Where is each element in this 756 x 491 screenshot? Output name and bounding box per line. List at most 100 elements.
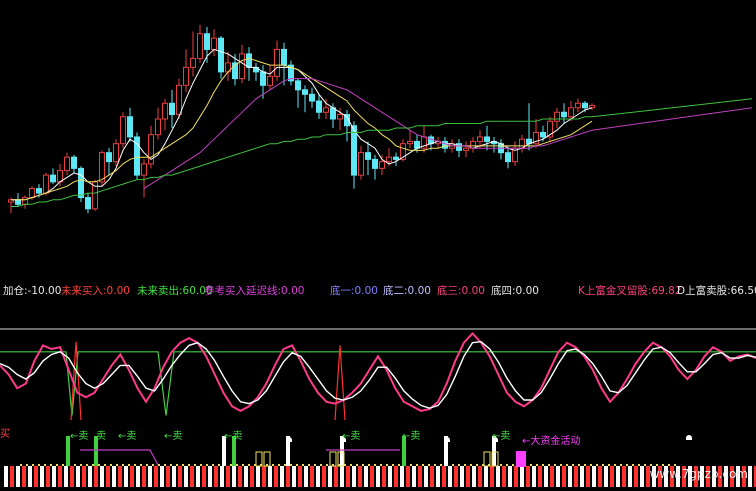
- strip-dot: [548, 464, 550, 466]
- candlestick-panel[interactable]: [0, 0, 756, 282]
- strip-dot: [128, 464, 130, 466]
- volume-bar: [472, 466, 476, 487]
- volume-bar: [220, 466, 224, 487]
- candle: [393, 152, 399, 167]
- volume-bar: [22, 466, 26, 487]
- volume-bar: [58, 466, 62, 487]
- volume-bar: [124, 466, 128, 487]
- volume-bar: [94, 466, 98, 487]
- indicator-label: 加仓:: [3, 285, 28, 297]
- strip-dot: [302, 464, 304, 466]
- strip-dot: [674, 464, 676, 466]
- strip-dot: [62, 464, 64, 466]
- strip-dot: [566, 464, 568, 466]
- strip-dot: [20, 464, 22, 466]
- strip-dot: [596, 464, 598, 466]
- outline-box: [483, 451, 491, 467]
- indicator-value: 0.00: [281, 285, 305, 297]
- candle: [169, 89, 175, 128]
- candle: [505, 145, 511, 169]
- volume-bar: [514, 466, 518, 487]
- volume-bar: [586, 466, 590, 487]
- strip-dot: [632, 464, 634, 466]
- strip-dot: [572, 464, 574, 466]
- candle: [120, 112, 126, 149]
- volume-bar: [202, 466, 206, 487]
- candle: [351, 121, 357, 189]
- volume-bar: [388, 466, 392, 487]
- indicator-label: 底一:: [330, 285, 355, 297]
- volume-bar: [154, 466, 158, 487]
- volume-bar: [10, 466, 14, 487]
- oscillator-panel[interactable]: 买 ←卖卖 ←卖 ←卖 ←卖 ←卖 ←卖 ←卖 ←大资金活动: [0, 300, 756, 487]
- candle: [204, 26, 210, 63]
- volume-bar: [496, 466, 500, 487]
- volume-bar: [136, 466, 140, 487]
- strip-dot: [32, 464, 34, 466]
- volume-bar: [544, 466, 548, 487]
- indicator-label: K上富金叉留股:: [578, 285, 652, 297]
- candle: [512, 141, 518, 167]
- volume-bar: [424, 466, 428, 487]
- strip-dot: [26, 464, 28, 466]
- volume-bar: [466, 466, 470, 487]
- indicator-legend-bar: 加仓:-10.00 未来买入:0.00 未来卖出:60.00 参考买入延迟线:0.00…: [0, 282, 756, 300]
- candle: [127, 107, 133, 142]
- strip-dot: [326, 464, 328, 466]
- strip-dot: [650, 464, 652, 466]
- strip-dot: [422, 464, 424, 466]
- candle: [533, 119, 539, 149]
- volume-bar: [748, 466, 752, 487]
- candle: [85, 193, 91, 214]
- candle: [372, 154, 378, 180]
- volume-bar: [160, 466, 164, 487]
- volume-bar: [40, 466, 44, 487]
- candle: [316, 94, 322, 119]
- strip-dot: [440, 464, 442, 466]
- strip-dot: [122, 464, 124, 466]
- indicator-value: 66.50: [730, 285, 756, 297]
- strip-dot: [104, 464, 106, 466]
- volume-bar: [364, 466, 368, 487]
- signal-label: 卖: [96, 431, 106, 442]
- strip-dot: [134, 464, 136, 466]
- strip-dot: [152, 464, 154, 466]
- candle: [463, 141, 469, 158]
- candle: [78, 166, 84, 203]
- oscillator-chart: [0, 328, 756, 487]
- volume-bar: [436, 466, 440, 487]
- candle: [288, 60, 294, 86]
- ma-line-ma20: [143, 78, 753, 190]
- volume-bar: [28, 466, 32, 487]
- candle: [267, 65, 273, 90]
- strip-dot: [620, 464, 622, 466]
- candle: [246, 47, 252, 81]
- volume-bar: [556, 466, 560, 487]
- trend-segment: [80, 449, 159, 466]
- volume-bar: [400, 466, 404, 487]
- volume-bar: [532, 466, 536, 487]
- indicator-item: 底一:0.00: [330, 282, 378, 300]
- candle: [470, 136, 476, 153]
- indicator-value: 0.00: [106, 285, 130, 297]
- strip-dot: [272, 464, 274, 466]
- volume-bar: [454, 466, 458, 487]
- strip-dot: [368, 464, 370, 466]
- strip-dot: [506, 464, 508, 466]
- candle: [484, 125, 490, 151]
- volume-bar: [76, 466, 80, 487]
- candle: [218, 35, 224, 79]
- indicator-label: 底三:: [437, 285, 462, 297]
- candle: [113, 139, 119, 167]
- candle: [22, 195, 28, 209]
- signal-label: ←卖: [118, 431, 137, 442]
- indicator-item: K上富金叉留股:69.82: [578, 282, 682, 300]
- candle: [99, 150, 105, 187]
- strip-dot: [416, 464, 418, 466]
- candle: [281, 42, 287, 86]
- strip-dot: [314, 464, 316, 466]
- strip-dot: [200, 464, 202, 466]
- candle: [554, 107, 560, 128]
- strip-dot: [278, 464, 280, 466]
- strip-dot: [290, 464, 292, 466]
